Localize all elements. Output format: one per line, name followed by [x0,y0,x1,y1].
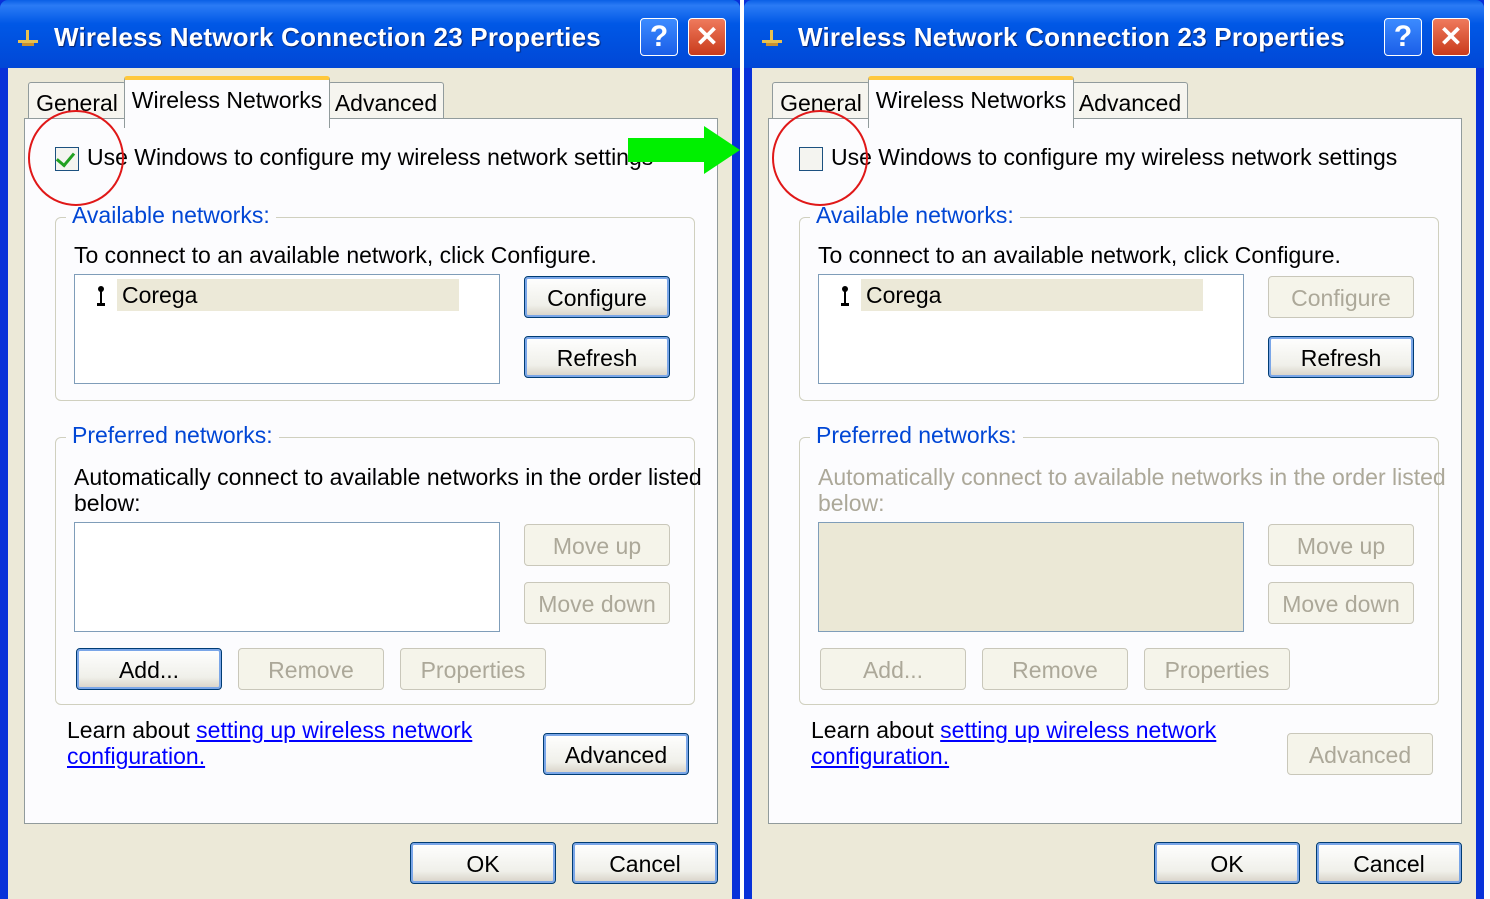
list-item[interactable]: Corega [861,279,1203,311]
preferred-networks-text: Automatically connect to available netwo… [818,464,1446,490]
dialog-client: General Wireless Networks Advanced Use W… [8,68,732,899]
arrow-icon [628,126,740,174]
preferred-networks-group: Preferred networks: Automatically connec… [55,422,702,705]
learn-about-text: Learn about setting up wireless network … [67,717,473,769]
preferred-networks-text-cont: below: [74,490,141,516]
title-bar: Wireless Network Connection 23 Propertie… [744,0,1484,68]
help-button[interactable]: ? [1384,18,1422,56]
available-networks-list[interactable]: Corega [818,274,1244,384]
network-icon [762,30,782,46]
available-networks-text: To connect to an available network, clic… [818,242,1341,268]
antenna-icon [841,286,849,306]
configure-button[interactable]: Configure [524,276,670,318]
preferred-networks-legend: Preferred networks: [810,422,1023,449]
help-icon: ? [1393,20,1413,53]
preferred-networks-list[interactable] [818,522,1244,632]
close-button[interactable]: ✕ [1432,18,1470,56]
available-networks-text: To connect to an available network, clic… [74,242,597,268]
use-windows-label: Use Windows to configure my wireless net… [87,144,654,170]
refresh-button[interactable]: Refresh [1268,336,1414,378]
help-button[interactable]: ? [640,18,678,56]
add-button[interactable]: Add... [76,648,222,690]
use-windows-label: Use Windows to configure my wireless net… [831,144,1398,170]
available-networks-legend: Available networks: [66,202,276,229]
preferred-networks-list[interactable] [74,522,500,632]
title-bar: Wireless Network Connection 23 Propertie… [0,0,740,68]
preferred-networks-text: Automatically connect to available netwo… [74,464,702,490]
configure-button[interactable]: Configure [1268,276,1414,318]
available-networks-group: Available networks: To connect to an ava… [55,202,695,401]
available-networks-list[interactable]: Corega [74,274,500,384]
add-button[interactable]: Add... [820,648,966,690]
annotation-circle [28,110,124,206]
advanced-button[interactable]: Advanced [1287,733,1433,775]
cancel-button[interactable]: Cancel [1316,842,1462,884]
properties-button[interactable]: Properties [400,648,546,690]
cancel-button[interactable]: Cancel [572,842,718,884]
close-icon: ✕ [1439,21,1463,52]
preferred-networks-legend: Preferred networks: [66,422,279,449]
tab-wireless-networks[interactable]: Wireless Networks [124,76,330,128]
help-icon: ? [649,20,669,53]
window-title: Wireless Network Connection 23 Propertie… [54,22,601,52]
network-icon [18,30,38,46]
advanced-button[interactable]: Advanced [543,733,689,775]
tab-wireless-networks[interactable]: Wireless Networks [868,76,1074,128]
setup-help-link-cont[interactable]: configuration. [67,743,205,769]
list-item[interactable]: Corega [117,279,459,311]
move-down-button[interactable]: Move down [1268,582,1414,624]
ok-button[interactable]: OK [410,842,556,884]
window-title: Wireless Network Connection 23 Propertie… [798,22,1345,52]
preferred-networks-group: Preferred networks: Automatically connec… [799,422,1446,705]
setup-help-link-cont[interactable]: configuration. [811,743,949,769]
move-down-button[interactable]: Move down [524,582,670,624]
available-networks-legend: Available networks: [810,202,1020,229]
setup-help-link[interactable]: setting up wireless network [940,717,1216,743]
move-up-button[interactable]: Move up [524,524,670,566]
tab-panel: Use Windows to configure my wireless net… [24,118,718,824]
close-button[interactable]: ✕ [688,18,726,56]
learn-about-text: Learn about setting up wireless network … [811,717,1217,769]
remove-button[interactable]: Remove [982,648,1128,690]
properties-button[interactable]: Properties [1144,648,1290,690]
ok-button[interactable]: OK [1154,842,1300,884]
dialog-client: General Wireless Networks Advanced Use W… [752,68,1476,899]
preferred-networks-text-cont: below: [818,490,885,516]
move-up-button[interactable]: Move up [1268,524,1414,566]
available-networks-group: Available networks: To connect to an ava… [799,202,1439,401]
refresh-button[interactable]: Refresh [524,336,670,378]
tab-panel: Use Windows to configure my wireless net… [768,118,1462,824]
setup-help-link[interactable]: setting up wireless network [196,717,472,743]
annotation-circle [772,110,868,206]
antenna-icon [97,286,105,306]
close-icon: ✕ [695,21,719,52]
remove-button[interactable]: Remove [238,648,384,690]
